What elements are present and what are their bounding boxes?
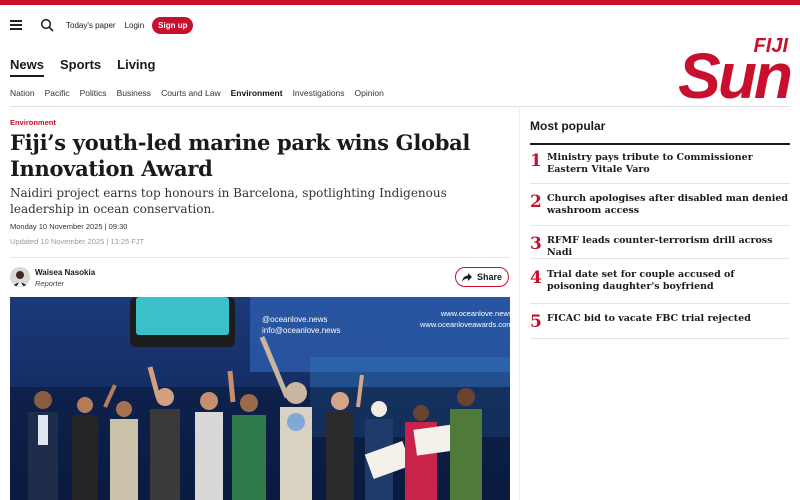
most-popular-item[interactable]: 5 FICAC bid to vacate FBC trial rejected: [530, 312, 790, 332]
subnav-pacific[interactable]: Pacific: [45, 88, 70, 98]
column-divider: [519, 107, 520, 500]
publish-date: Monday 10 November 2025 | 09:30: [10, 222, 128, 231]
photo-web-line-2: www.oceanloveawards.com: [420, 320, 513, 329]
nav-living[interactable]: Living: [117, 57, 155, 77]
photo-handle-line-1: @oceanlove.news: [262, 315, 328, 324]
most-popular-rank: 3: [530, 234, 542, 254]
most-popular-title[interactable]: Church apologises after disabled man den…: [547, 192, 790, 217]
logo-sun-text: Sun: [678, 40, 791, 102]
most-popular-divider: [530, 338, 790, 339]
section-nav: Nation Pacific Politics Business Courts …: [10, 88, 394, 98]
photo-overlay-web: www.oceanlove.news www.oceanloveawards.c…: [420, 308, 513, 330]
subnav-environment[interactable]: Environment: [231, 88, 283, 98]
article-kicker[interactable]: Environment: [10, 118, 56, 127]
subnav-investigations[interactable]: Investigations: [293, 88, 345, 98]
most-popular-title[interactable]: Ministry pays tribute to Commissioner Ea…: [547, 151, 790, 176]
menu-icon[interactable]: [10, 20, 22, 30]
primary-nav: News Sports Living: [10, 57, 171, 77]
most-popular-divider: [530, 258, 790, 259]
utility-bar: Today's paper Login Sign up: [10, 15, 194, 35]
most-popular-rank: 4: [530, 268, 542, 288]
most-popular-title[interactable]: Trial date set for couple accused of poi…: [547, 268, 790, 293]
most-popular-item[interactable]: 2 Church apologises after disabled man d…: [530, 192, 790, 217]
header-divider: [10, 106, 790, 107]
photo-overlay-handle: @oceanlove.news info@oceanlove.news: [262, 314, 340, 336]
most-popular-title[interactable]: RFMF leads counter-terrorism drill acros…: [547, 234, 790, 259]
most-popular-rank: 2: [530, 192, 542, 212]
share-button[interactable]: Share: [455, 267, 509, 287]
photo-web-line-1: www.oceanlove.news: [440, 309, 513, 318]
updated-date: Updated 10 November 2025 | 13:25 FJT: [10, 237, 145, 246]
most-popular-item[interactable]: 1 Ministry pays tribute to Commissioner …: [530, 151, 790, 176]
subnav-politics[interactable]: Politics: [80, 88, 107, 98]
subnav-nation[interactable]: Nation: [10, 88, 35, 98]
most-popular-title[interactable]: FICAC bid to vacate FBC trial rejected: [547, 312, 751, 325]
most-popular-divider: [530, 225, 790, 226]
most-popular-divider: [530, 183, 790, 184]
most-popular-heading: Most popular: [530, 119, 606, 133]
author-avatar: [10, 267, 30, 287]
search-icon[interactable]: [40, 18, 54, 32]
nav-sports[interactable]: Sports: [60, 57, 101, 77]
subnav-opinion[interactable]: Opinion: [355, 88, 384, 98]
share-arrow-icon: [461, 272, 472, 282]
most-popular-rank: 5: [530, 312, 542, 332]
login-link[interactable]: Login: [125, 21, 145, 30]
most-popular-heading-rule: [530, 143, 790, 145]
most-popular-item[interactable]: 3 RFMF leads counter-terrorism drill acr…: [530, 234, 790, 259]
most-popular-divider: [530, 303, 790, 304]
meta-divider: [10, 257, 510, 258]
subnav-business[interactable]: Business: [117, 88, 152, 98]
most-popular-item[interactable]: 4 Trial date set for couple accused of p…: [530, 268, 790, 293]
photo-handle-line-2: info@oceanlove.news: [262, 326, 341, 335]
share-label: Share: [476, 272, 502, 282]
todays-paper-link[interactable]: Today's paper: [66, 21, 116, 30]
fiji-sun-logo[interactable]: FIJI Sun: [652, 30, 792, 102]
subnav-courts-and-law[interactable]: Courts and Law: [161, 88, 221, 98]
article-headline: Fiji’s youth-led marine park wins Global…: [10, 130, 471, 181]
author-role: Reporter: [35, 279, 65, 288]
nav-news[interactable]: News: [10, 57, 44, 77]
signup-button[interactable]: Sign up: [152, 16, 194, 34]
author-name[interactable]: Waisea Nasokia: [35, 268, 95, 277]
top-accent-bar: [0, 0, 800, 5]
article-standfirst: Naidiri project earns top honours in Bar…: [10, 186, 447, 216]
most-popular-rank: 1: [530, 151, 542, 171]
